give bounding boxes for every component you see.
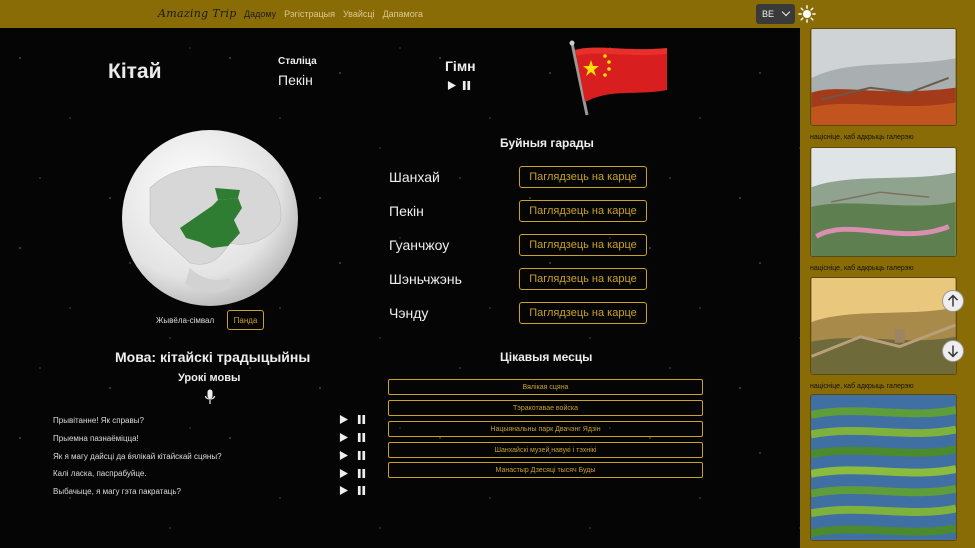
place-button[interactable]: Нацыянальны парк Двачэнг Ядзін <box>388 421 703 437</box>
rice-terraces-image[interactable] <box>810 394 957 541</box>
great-wall-sunset-image[interactable] <box>810 277 957 375</box>
phrase-text: Прывітанне! Як справы? <box>53 416 144 425</box>
phrase-text: Калі ласка, паспрабуйце. <box>53 469 147 478</box>
view-on-map-button[interactable]: Паглядзець на карце <box>519 268 647 290</box>
top-navbar: Amazing Trip Дадому Рэгістрацыя Увайсці … <box>0 0 975 28</box>
place-button[interactable]: Вялікая сцяна <box>388 379 703 395</box>
city-name: Гуанчжоу <box>389 237 450 253</box>
phrase-pause-icon[interactable] <box>357 486 366 495</box>
city-name: Чэнду <box>389 305 429 321</box>
phrase-play-icon[interactable] <box>339 469 348 478</box>
view-on-map-button[interactable]: Паглядзець на карце <box>519 234 647 256</box>
phrase-pause-icon[interactable] <box>357 469 366 478</box>
nav-login[interactable]: Увайсці <box>343 9 375 19</box>
gallery-sidebar: націсніце, каб адкрыць галерэю націсніце… <box>800 28 975 548</box>
phrase-play-icon[interactable] <box>339 415 348 424</box>
nav-menu: Дадому Рэгістрацыя Увайсці Дапамога <box>244 9 423 19</box>
phrase-play-icon[interactable] <box>339 486 348 495</box>
gallery-caption: націсніце, каб адкрыць галерэю <box>810 265 914 272</box>
scroll-up-icon[interactable] <box>942 290 964 312</box>
phrase-text: Як я магу дайсці да вялікай кітайскай сц… <box>53 452 222 461</box>
phrase-play-icon[interactable] <box>339 433 348 442</box>
phrase-pause-icon[interactable] <box>357 451 366 460</box>
place-button[interactable]: Тэракотавае войска <box>388 400 703 416</box>
gallery-card[interactable]: націсніце, каб адкрыць галерэю <box>810 277 957 390</box>
country-title: Кітай <box>108 60 162 83</box>
capital-value: Пекін <box>278 72 313 88</box>
microphone-icon[interactable] <box>204 389 216 405</box>
main-content: Кітай Сталіца Пекін Гімн Жывёла-сімвал П… <box>0 28 800 548</box>
place-button[interactable]: Шанхайскі музей навукі і тэхнікі <box>388 442 703 458</box>
phrase-text: Выбачыце, я магу гэта пакратаць? <box>53 487 182 496</box>
globe-map-image <box>122 130 298 306</box>
gallery-card[interactable]: націсніце, каб адкрыць галерэю <box>810 28 957 141</box>
view-on-map-button[interactable]: Паглядзець на карце <box>519 200 647 222</box>
cities-title: Буйныя гарады <box>500 136 594 150</box>
phrase-play-icon[interactable] <box>339 451 348 460</box>
animal-symbol-label: Жывёла-сімвал <box>156 316 215 325</box>
place-button[interactable]: Манастыр Дзесяці тысяч Буды <box>388 462 703 478</box>
lessons-title: Урокі мовы <box>178 372 241 384</box>
sun-icon[interactable] <box>798 5 816 23</box>
city-name: Шэньчжэнь <box>389 271 462 287</box>
city-name: Пекін <box>389 203 424 219</box>
city-name: Шанхай <box>389 169 440 185</box>
gallery-caption: націсніце, каб адкрыць галерэю <box>810 383 914 390</box>
gallery-caption: націсніце, каб адкрыць галерэю <box>810 134 914 141</box>
phrase-text: Прыемна пазнаёміцца! <box>53 434 139 443</box>
scroll-down-icon[interactable] <box>942 340 964 362</box>
view-on-map-button[interactable]: Паглядзець на карце <box>519 302 647 324</box>
nav-register[interactable]: Рэгістрацыя <box>284 9 335 19</box>
language-value: BE <box>762 9 775 19</box>
nav-help[interactable]: Дапамога <box>383 9 423 19</box>
chevron-down-icon <box>781 7 791 17</box>
phrase-pause-icon[interactable] <box>357 433 366 442</box>
capital-label: Сталіца <box>278 56 317 67</box>
phrase-pause-icon[interactable] <box>357 415 366 424</box>
great-wall-autumn-image[interactable] <box>810 28 957 126</box>
language-title: Мова: кітайскі традыцыйны <box>115 349 311 365</box>
places-title: Цікавыя месцы <box>500 350 593 364</box>
china-flag-image <box>569 40 667 116</box>
anthem-pause-icon[interactable] <box>462 81 471 90</box>
gallery-card[interactable]: націсніце, каб адкрыць галерэю <box>810 394 957 548</box>
great-wall-spring-image[interactable] <box>810 147 957 257</box>
nav-home[interactable]: Дадому <box>244 9 276 19</box>
anthem-play-icon[interactable] <box>447 81 456 90</box>
view-on-map-button[interactable]: Паглядзець на карце <box>519 166 647 188</box>
animal-symbol-button[interactable]: Панда <box>227 310 264 330</box>
anthem-label: Гімн <box>445 58 476 74</box>
site-logo[interactable]: Amazing Trip <box>158 7 237 20</box>
language-select[interactable]: BE <box>756 4 795 24</box>
gallery-card[interactable]: націсніце, каб адкрыць галерэю <box>810 147 957 272</box>
